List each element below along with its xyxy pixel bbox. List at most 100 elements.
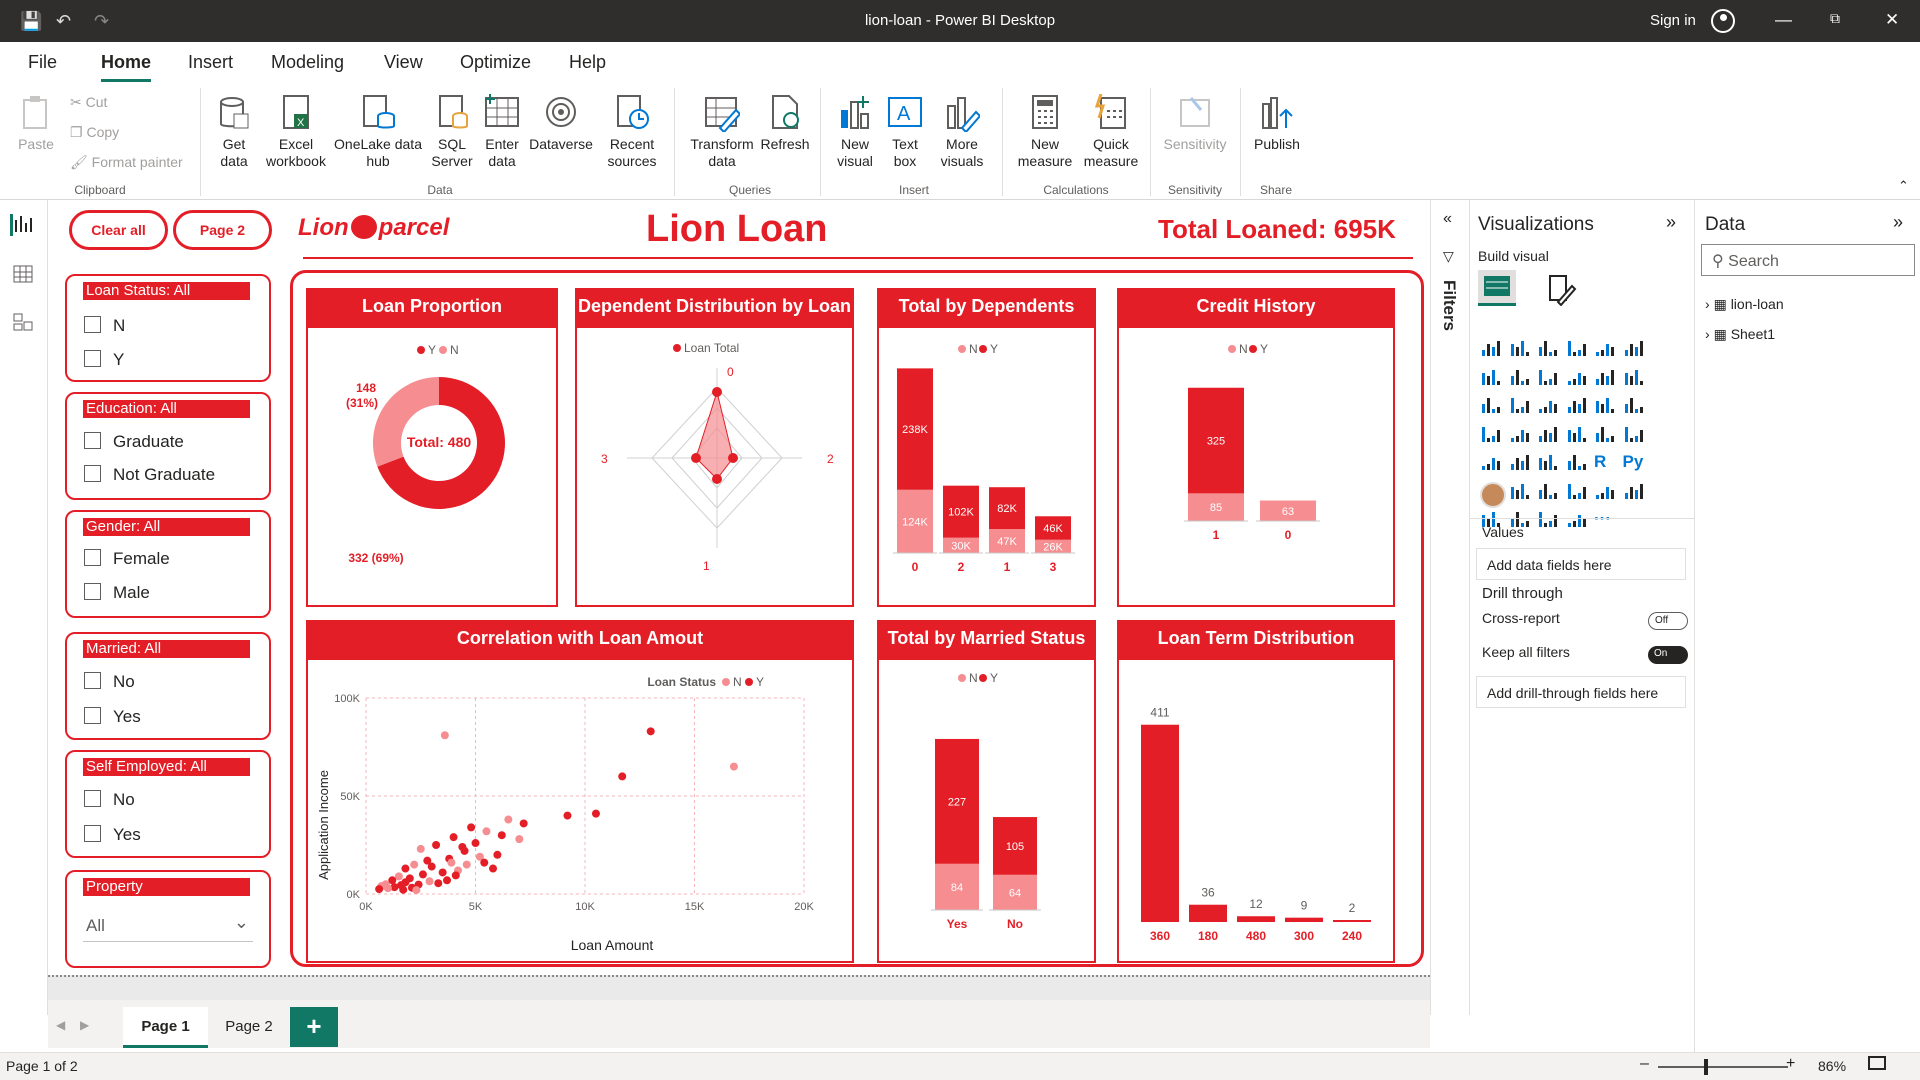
refresh-button[interactable]: Refresh [758, 94, 812, 153]
zoom-in-icon[interactable]: + [1786, 1055, 1795, 1073]
slicer-option[interactable]: Not Graduate [84, 465, 215, 485]
r-script-icon[interactable]: R [1594, 452, 1618, 474]
new-measure-button[interactable]: New measure [1010, 94, 1080, 170]
narrative-icon[interactable] [1566, 481, 1590, 503]
gauge-icon[interactable] [1566, 424, 1590, 446]
table-item-lion-loan[interactable]: › ▦ lion-loan [1705, 296, 1784, 313]
scatter-icon[interactable] [1537, 395, 1561, 417]
build-visual-tab[interactable] [1478, 270, 1516, 306]
next-page-icon[interactable]: ▶ [80, 1018, 89, 1032]
menu-home[interactable]: Home [101, 52, 152, 82]
slicer-option[interactable]: Male [84, 583, 150, 603]
table-view-icon[interactable] [12, 264, 36, 286]
waterfall-icon[interactable] [1480, 395, 1504, 417]
copy-button[interactable]: ❐ Copy [70, 124, 119, 141]
dataverse-button[interactable]: Dataverse [524, 94, 598, 153]
onelake-button[interactable]: OneLake data hub [332, 94, 424, 170]
education-slicer[interactable]: Education: All Graduate Not Graduate [65, 392, 271, 500]
menu-insert[interactable]: Insert [188, 52, 233, 73]
tab-page-1[interactable]: Page 1 [123, 1007, 208, 1048]
slicer-option[interactable]: Graduate [84, 432, 184, 452]
filled-map-icon[interactable] [1509, 424, 1533, 446]
stacked-bar-icon[interactable] [1480, 338, 1504, 360]
azure-map-icon[interactable] [1537, 424, 1561, 446]
married-status-card[interactable]: Total by Married Status N Y 84 227 Yes 64 10… [877, 620, 1096, 963]
slicer-option[interactable]: Female [84, 549, 170, 569]
slicer-option[interactable]: Yes [84, 825, 141, 845]
total-by-dependents-card[interactable]: Total by Dependents N Y 124K 238K 0 30K 102K… [877, 288, 1096, 607]
prev-page-icon[interactable]: ◀ [56, 1018, 65, 1032]
menu-optimize[interactable]: Optimize [460, 52, 531, 73]
close-icon[interactable]: ✕ [1885, 10, 1899, 30]
python-icon[interactable]: Py [1623, 452, 1647, 474]
100-column-icon[interactable] [1623, 338, 1647, 360]
minimize-icon[interactable]: — [1775, 10, 1792, 30]
recent-sources-button[interactable]: Recent sources [598, 94, 666, 170]
map-icon[interactable] [1480, 424, 1504, 446]
table-icon[interactable] [1537, 452, 1561, 474]
sql-button[interactable]: SQL Server [424, 94, 480, 170]
values-well[interactable]: Add data fields here [1476, 548, 1686, 580]
add-page-button[interactable]: + [290, 1007, 338, 1047]
kpi-icon[interactable] [1480, 452, 1504, 474]
stacked-area-icon[interactable] [1537, 367, 1561, 389]
model-view-icon[interactable] [12, 312, 36, 334]
cut-button[interactable]: ✂ Cut [70, 94, 107, 111]
collapse-viz-icon[interactable]: » [1666, 212, 1676, 233]
avatar-icon[interactable] [1711, 9, 1735, 33]
slicer-icon[interactable] [1509, 452, 1533, 474]
property-dropdown[interactable]: All ⌄ [83, 908, 253, 942]
page-2-button[interactable]: Page 2 [173, 210, 272, 250]
multi-row-card-icon[interactable] [1623, 424, 1647, 446]
fit-page-icon[interactable] [1868, 1056, 1886, 1070]
zoom-slider-thumb[interactable] [1704, 1059, 1708, 1075]
fabric-icon[interactable] [1537, 509, 1561, 531]
area-icon[interactable] [1509, 367, 1533, 389]
collapse-ribbon-icon[interactable]: ⌃ [1898, 178, 1909, 194]
married-slicer[interactable]: Married: All No Yes [65, 632, 271, 740]
donut-icon[interactable] [1594, 395, 1618, 417]
goals-icon[interactable] [1594, 481, 1618, 503]
line-clustered-icon[interactable] [1594, 367, 1618, 389]
line-icon[interactable] [1480, 367, 1504, 389]
line-column-icon[interactable] [1566, 367, 1590, 389]
gender-slicer[interactable]: Gender: All Female Male [65, 510, 271, 618]
text-box-button[interactable]: A Text box [882, 94, 928, 170]
paginated-icon[interactable] [1623, 481, 1647, 503]
transform-data-button[interactable]: Transform data [684, 94, 760, 170]
search-input[interactable]: ⚲ Search [1701, 244, 1915, 276]
funnel-icon[interactable] [1509, 395, 1533, 417]
expand-filters-icon[interactable]: « [1443, 210, 1452, 228]
100-bar-icon[interactable] [1594, 338, 1618, 360]
card-icon[interactable] [1594, 424, 1618, 446]
collapse-data-icon[interactable]: » [1893, 212, 1903, 233]
menu-file[interactable]: File [28, 52, 57, 73]
slicer-option[interactable]: Y [84, 350, 124, 370]
slicer-option[interactable]: Yes [84, 707, 141, 727]
table-item-sheet1[interactable]: › ▦ Sheet1 [1705, 326, 1775, 343]
publish-button[interactable]: Publish [1248, 94, 1306, 153]
menu-modeling[interactable]: Modeling [271, 52, 344, 73]
loan-status-slicer[interactable]: Loan Status: All N Y [65, 274, 271, 382]
ribbon-icon[interactable] [1623, 367, 1647, 389]
report-view-icon[interactable] [10, 214, 34, 236]
custom-visual-icon[interactable] [1480, 482, 1506, 508]
keep-filters-toggle[interactable]: On [1648, 646, 1688, 664]
get-data-button[interactable]: Get data [208, 94, 260, 170]
quick-measure-button[interactable]: Quick measure [1080, 93, 1142, 170]
cross-report-toggle[interactable]: Off [1648, 612, 1688, 630]
correlation-card[interactable]: Correlation with Loan Amout Loan Status … [306, 620, 854, 963]
decomposition-tree-icon[interactable] [1509, 481, 1533, 503]
zoom-slider[interactable] [1658, 1059, 1788, 1075]
zoom-out-icon[interactable]: – [1640, 1055, 1649, 1073]
clustered-bar-icon[interactable] [1537, 338, 1561, 360]
excel-button[interactable]: X Excel workbook [260, 94, 332, 170]
slicer-option[interactable]: N [84, 316, 125, 336]
format-painter-button[interactable]: 🖌 Format painter [70, 154, 183, 171]
slicer-option[interactable]: No [84, 672, 135, 692]
filters-pane-collapsed[interactable]: « ▽ Filters [1430, 200, 1470, 1015]
property-slicer[interactable]: Property All ⌄ [65, 870, 271, 968]
drill-through-well[interactable]: Add drill-through fields here [1476, 676, 1686, 708]
credit-history-card[interactable]: Credit History N Y 85 325 1 63 0 [1117, 288, 1395, 607]
stacked-column-icon[interactable] [1509, 338, 1533, 360]
